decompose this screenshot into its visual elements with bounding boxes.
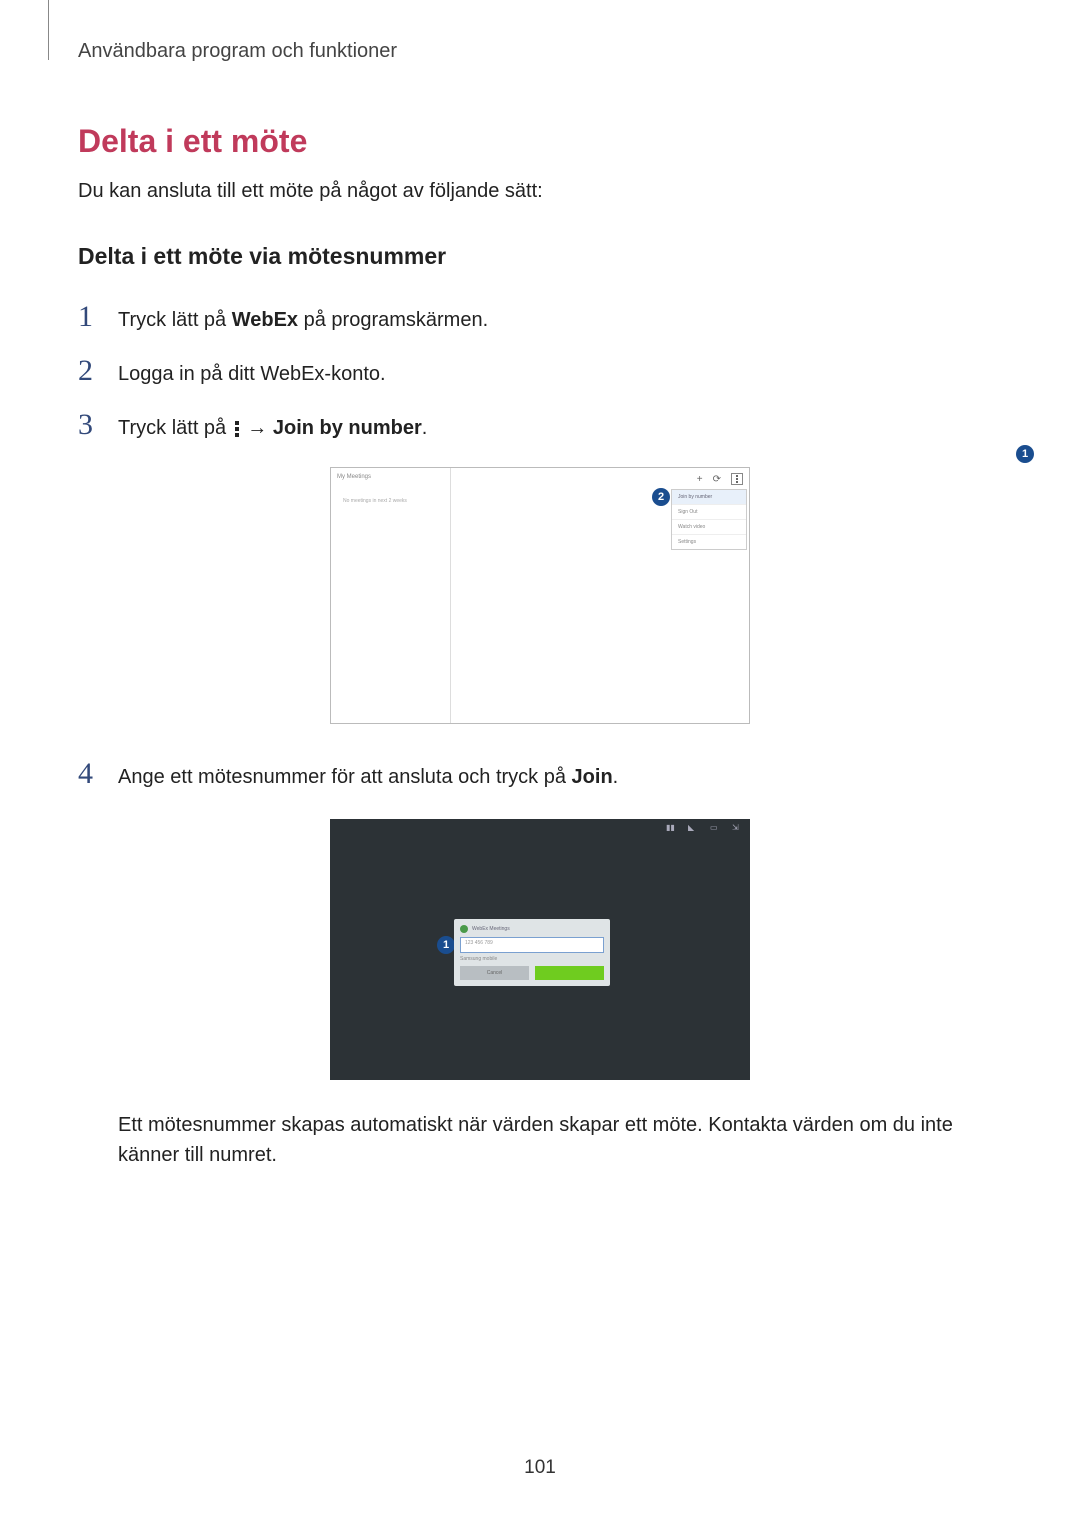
- no-meetings-message: No meetings in next 2 weeks: [337, 498, 444, 504]
- callout-2: 2: [652, 488, 670, 506]
- page-content: Användbara program och funktioner Delta …: [0, 0, 1080, 1527]
- dropdown-sign-out[interactable]: Sign Out: [672, 505, 746, 520]
- step-pre: Ange ett mötesnummer för att ansluta och…: [118, 766, 572, 788]
- wifi-icon: ◣: [688, 823, 700, 831]
- step-post: .: [422, 417, 428, 439]
- screenshot-1-wrapper: 1 My Meetings No meetings in next 2 week…: [78, 467, 1002, 724]
- sidebar-title: My Meetings: [337, 474, 444, 480]
- step-3: 3 Tryck lätt på → Join by number.: [78, 410, 1002, 442]
- step-text: Tryck lätt på → Join by number.: [118, 410, 427, 442]
- dialog-buttons: Cancel: [460, 966, 604, 980]
- step-post: .: [613, 766, 619, 788]
- overflow-menu-icon: [736, 475, 738, 483]
- subsection-title: Delta i ett möte via mötesnummer: [78, 243, 1002, 270]
- join-button[interactable]: [535, 966, 604, 980]
- status-bar: ▮▮ ◣ ▭ ⇲: [666, 823, 744, 831]
- account-label: Samsung mobile: [460, 956, 604, 962]
- step-pre: Tryck lätt på: [118, 417, 232, 439]
- dropdown-join-by-number[interactable]: Join by number: [672, 490, 746, 505]
- screenshot-meetings-list: My Meetings No meetings in next 2 weeks …: [330, 467, 750, 724]
- join-dialog: WebEx Meetings 123 456 789 Samsung mobil…: [454, 919, 610, 986]
- add-icon[interactable]: +: [697, 474, 703, 485]
- step-text: Tryck lätt på WebEx på programskärmen.: [118, 302, 488, 334]
- overflow-menu-button[interactable]: [731, 473, 743, 485]
- dropdown-watch-video[interactable]: Watch video: [672, 520, 746, 535]
- cancel-button[interactable]: Cancel: [460, 966, 529, 980]
- step-bold: Join: [572, 766, 613, 788]
- step-post: på programskärmen.: [298, 309, 488, 331]
- step-arrow: →: [242, 417, 273, 439]
- note-text: Ett mötesnummer skapas automatiskt när v…: [118, 1110, 1002, 1170]
- step-text: Ange ett mötesnummer för att ansluta och…: [118, 759, 618, 791]
- step-bold: Join by number: [273, 417, 422, 439]
- step-number: 4: [78, 759, 118, 789]
- step-text: Logga in på ditt WebEx-konto.: [118, 356, 386, 388]
- screenshot-join-dialog: ▮▮ ◣ ▭ ⇲ 1 2 WebEx Meetings 123 456 789 …: [330, 819, 750, 1080]
- overflow-menu-icon: [235, 421, 239, 437]
- signal-icon: ▮▮: [666, 823, 678, 831]
- step-4: 4 Ange ett mötesnummer för att ansluta o…: [78, 759, 1002, 791]
- overflow-dropdown: Join by number Sign Out Watch video Sett…: [671, 489, 747, 550]
- callout-1: 1: [437, 936, 455, 954]
- meetings-sidebar: My Meetings No meetings in next 2 weeks: [331, 468, 451, 723]
- dropdown-settings[interactable]: Settings: [672, 535, 746, 549]
- meetings-main-area: + ⟳ 2 Join by number Sign Out Watch vide…: [451, 468, 749, 723]
- webex-globe-icon: [460, 925, 468, 933]
- step-number: 2: [78, 356, 118, 386]
- battery-icon: ▭: [710, 823, 722, 831]
- step-2: 2 Logga in på ditt WebEx-konto.: [78, 356, 1002, 388]
- dialog-title: WebEx Meetings: [472, 926, 510, 932]
- step-1: 1 Tryck lätt på WebEx på programskärmen.: [78, 302, 1002, 334]
- refresh-icon[interactable]: ⟳: [713, 474, 721, 485]
- screenshot-2-wrapper: ▮▮ ◣ ▭ ⇲ 1 2 WebEx Meetings 123 456 789 …: [78, 819, 1002, 1080]
- step-pre: Tryck lätt på: [118, 309, 232, 331]
- step-bold: WebEx: [232, 309, 298, 331]
- dialog-header: WebEx Meetings: [460, 925, 604, 933]
- breadcrumb: Användbara program och funktioner: [78, 40, 1002, 63]
- callout-1: 1: [1016, 445, 1034, 463]
- step-number: 1: [78, 302, 118, 332]
- step-number: 3: [78, 410, 118, 440]
- toolbar: + ⟳: [697, 473, 743, 485]
- intro-text: Du kan ansluta till ett möte på något av…: [78, 180, 1002, 203]
- meeting-number-input[interactable]: 123 456 789: [460, 937, 604, 953]
- share-icon: ⇲: [732, 823, 744, 831]
- page-title: Delta i ett möte: [78, 123, 1002, 160]
- page-number: 101: [524, 1457, 556, 1479]
